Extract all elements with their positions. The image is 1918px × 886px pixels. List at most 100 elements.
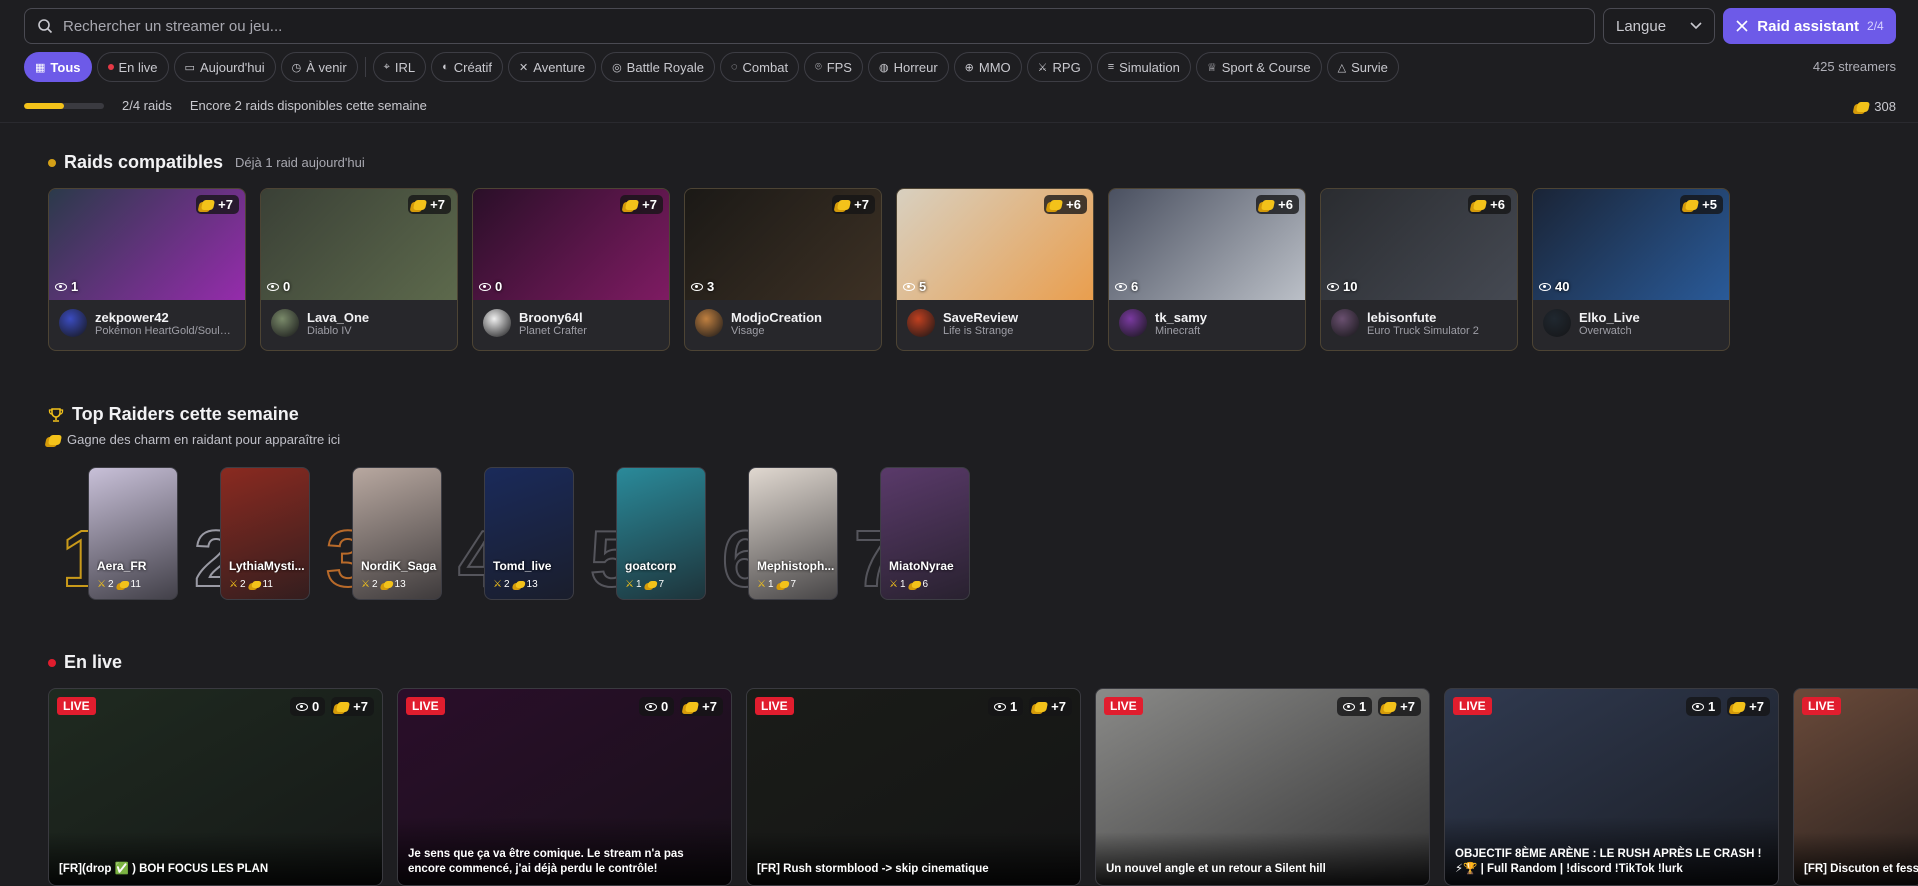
top-raider-card[interactable]: 2 LythiaMysti... ⚔ 2 11 xyxy=(193,467,314,601)
eye-icon xyxy=(55,282,67,291)
filter-chip-label: Aventure xyxy=(533,59,586,75)
raid-card[interactable]: 40 +5 Elko_Live Overwatch xyxy=(1532,188,1730,351)
streamer-name: lebisonfute xyxy=(1367,309,1437,325)
raid-card[interactable]: 10 +6 lebisonfute Euro Truck Simulator 2 xyxy=(1320,188,1518,351)
live-stream-card[interactable]: LIVE 1 +7 [FR] Rush stormblood -> skip cine… xyxy=(746,688,1081,886)
globe-icon: ⊕ xyxy=(964,61,974,74)
raider-stats: ⚔ 2 11 xyxy=(97,579,141,590)
filter-chip-label: Horreur xyxy=(893,59,938,75)
game-name: Visage xyxy=(731,324,765,337)
raid-progress: 2/4 raids Encore 2 raids disponibles cet… xyxy=(24,98,427,113)
raid-card[interactable]: 0 +7 Broony64l Planet Crafter xyxy=(472,188,670,351)
game-name: Life is Strange xyxy=(943,324,1014,337)
charm-icon xyxy=(1383,701,1398,712)
charm-boost-badge: +6 xyxy=(1468,195,1511,214)
trophy-icon xyxy=(48,407,64,422)
raid-assistant-button[interactable]: Raid assistant 2/4 xyxy=(1723,8,1896,44)
live-stream-card[interactable]: LIVE 0 +7 [FR](drop ✅ ) BOH FOCUS LES PLAN xyxy=(48,688,383,886)
raid-progress-label: 2/4 raids xyxy=(122,98,172,113)
raid-card[interactable]: 1 +7 zekpower42 Pokémon HeartGold/SoulSilve… xyxy=(48,188,246,351)
calendar-icon: ▭ xyxy=(184,61,195,74)
live-stream-card[interactable]: LIVE 1 +7 OBJECTIF 8ÈME ARÈNE : LE RUSH APR… xyxy=(1444,688,1779,886)
raid-card[interactable]: 3 +7 ModjoCreation Visage xyxy=(684,188,882,351)
raid-card-text: Lava_One Diablo IV xyxy=(307,310,447,337)
raider-portrait: NordiK_Saga ⚔ 2 13 xyxy=(352,467,442,600)
charm-count-value: 13 xyxy=(394,579,406,590)
game-name: Euro Truck Simulator 2 xyxy=(1367,324,1479,337)
raid-card-info: Elko_Live Overwatch xyxy=(1533,300,1729,346)
crosshair-icon: ⌾ xyxy=(815,60,822,73)
live-stream-card[interactable]: LIVE 1 +7 Un nouvel angle et un retour a Si… xyxy=(1095,688,1430,886)
streamer-name: Elko_Live xyxy=(1579,309,1640,325)
filter-chip-11[interactable]: ⊕ MMO xyxy=(953,52,1022,82)
viewer-count: 1 xyxy=(987,697,1024,716)
top-raider-card[interactable]: 3 NordiK_Saga ⚔ 2 13 xyxy=(325,467,446,601)
filter-chip-label: Tous xyxy=(50,59,81,75)
raid-card-info: Broony64l Planet Crafter xyxy=(473,300,669,346)
raid-card[interactable]: 6 +6 tk_samy Minecraft xyxy=(1108,188,1306,351)
filter-chip-label: En live xyxy=(118,59,158,75)
charm-boost-value: +7 xyxy=(353,699,368,714)
raid-card-text: tk_samy Minecraft xyxy=(1155,310,1295,337)
raid-card[interactable]: 0 +7 Lava_One Diablo IV xyxy=(260,188,458,351)
filter-chip-2[interactable]: ▭ Aujourd'hui xyxy=(173,52,276,82)
raider-portrait: Aera_FR ⚔ 2 11 xyxy=(88,467,178,600)
top-raiders-title: Top Raiders cette semaine xyxy=(72,404,299,424)
sword-icon: ⚔ xyxy=(1037,61,1048,74)
raider-stats: ⚔ 2 13 xyxy=(361,579,406,590)
live-stream-card[interactable]: LIVE [FR] Discuton et fesson xyxy=(1793,688,1918,886)
swords-icon: ⚔ xyxy=(493,579,502,590)
live-dot-icon xyxy=(107,64,114,70)
raid-card-text: ModjoCreation Visage xyxy=(731,310,871,337)
eye-icon xyxy=(1691,702,1704,711)
filter-chip-13[interactable]: ≡ Simulation xyxy=(1096,52,1191,82)
top-raiders-subtitle-row: Gagne des charm en raidant pour apparaît… xyxy=(47,432,340,447)
eye-icon xyxy=(644,702,657,711)
live-badge: LIVE xyxy=(1802,697,1841,715)
stream-stats: 0 +7 xyxy=(638,697,723,716)
swords-icon: ⚔ xyxy=(889,579,898,590)
filter-chip-6[interactable]: ✕ Aventure xyxy=(508,52,597,82)
charm-count-value: 13 xyxy=(526,579,538,590)
viewer-count-value: 1 xyxy=(1009,699,1018,714)
top-raider-card[interactable]: 1 Aera_FR ⚔ 2 11 xyxy=(61,467,182,601)
stream-title: OBJECTIF 8ÈME ARÈNE : LE RUSH APRÈS LE C… xyxy=(1445,817,1778,885)
live-stream-list: LIVE 0 +7 [FR](drop ✅ ) BOH FOCUS LES PLAN L… xyxy=(48,688,1918,886)
viewer-count: 0 xyxy=(289,697,326,716)
live-stream-card[interactable]: LIVE 0 +7 Je sens que ça va être comique. L… xyxy=(397,688,732,886)
search-box[interactable] xyxy=(24,8,1595,44)
clock-icon: ◷ xyxy=(291,61,302,74)
top-raider-card[interactable]: 6 Mephistoph... ⚔ 1 7 xyxy=(721,467,842,601)
filter-chip-15[interactable]: △ Survie xyxy=(1326,52,1399,82)
swords-icon: ⚔ xyxy=(757,579,766,590)
tent-icon: △ xyxy=(1337,61,1347,74)
search-input[interactable] xyxy=(63,17,1582,35)
filter-chip-9[interactable]: ⌾ FPS xyxy=(804,52,863,82)
filter-chip-12[interactable]: ⚔ RPG xyxy=(1026,52,1092,82)
top-raider-card[interactable]: 7 MiatoNyrae ⚔ 1 6 xyxy=(853,467,974,601)
viewer-count: 1 xyxy=(1336,697,1373,716)
raider-stats: ⚔ 2 13 xyxy=(493,579,538,590)
live-dot-icon xyxy=(48,658,56,667)
charm-boost-value: +6 xyxy=(1490,197,1505,212)
filter-chip-7[interactable]: ◎ Battle Royale xyxy=(601,52,715,82)
filter-chip-1[interactable]: En live xyxy=(96,52,169,82)
top-raider-card[interactable]: 5 goatcorp ⚔ 1 7 xyxy=(589,467,710,601)
filter-chip-14[interactable]: ♕ Sport & Course xyxy=(1195,52,1322,82)
filter-chip-0[interactable]: ▦ Tous xyxy=(24,52,92,82)
filter-chip-10[interactable]: ◍ Horreur xyxy=(867,52,949,82)
raid-count: ⚔ 2 xyxy=(361,579,378,590)
top-raider-card[interactable]: 4 Tomd_live ⚔ 2 13 xyxy=(457,467,578,601)
filter-chip-3[interactable]: ◷ À venir xyxy=(280,52,358,82)
eye-icon xyxy=(295,702,308,711)
raid-card[interactable]: 5 +6 SaveReview Life is Strange xyxy=(896,188,1094,351)
filter-chip-8[interactable]: ◌ Combat xyxy=(720,52,800,82)
filter-chip-4[interactable]: ⌖ IRL xyxy=(372,52,427,82)
raider-stats: ⚔ 2 11 xyxy=(229,579,273,590)
raid-card-text: SaveReview Life is Strange xyxy=(943,310,1083,337)
filter-chip-5[interactable]: ◐ Créatif xyxy=(431,52,504,82)
charm-boost-value: +7 xyxy=(854,197,869,212)
language-select[interactable]: Langue xyxy=(1603,8,1715,44)
filter-separator xyxy=(364,57,366,77)
charm-boost-value: +6 xyxy=(1278,197,1293,212)
